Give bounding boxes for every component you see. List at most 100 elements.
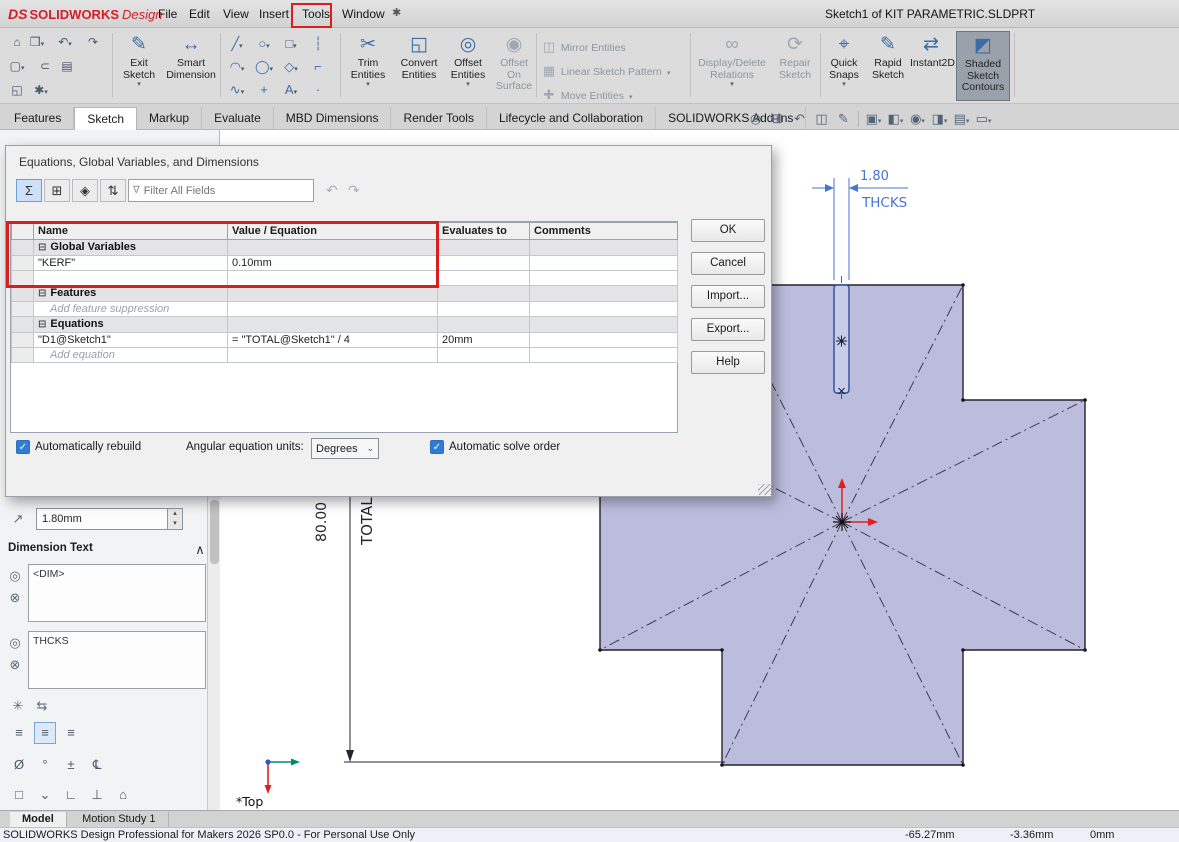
dim-thcks-label[interactable]: THCKS [861, 195, 907, 211]
add-feature-suppression-row[interactable]: Add feature suppression [11, 301, 678, 317]
point-tool-icon[interactable]: + [251, 80, 277, 102]
align-center-button[interactable]: ≡ [34, 722, 56, 744]
no-witness-line-icon[interactable]: ⊗ [5, 655, 25, 675]
tab-mbd-dimensions[interactable]: MBD Dimensions [274, 107, 392, 130]
equation-value-cell[interactable]: = "TOTAL@Sketch1" / 4 [227, 332, 438, 348]
linear-sketch-pattern-button[interactable]: ▦ Linear Sketch Pattern ▾ [540, 60, 692, 82]
equation-evaluates-cell[interactable]: 20mm [437, 332, 530, 348]
display-delete-relations-button[interactable]: ∞ Display/Delete Relations ▾ [694, 31, 770, 101]
view-orientation-icon[interactable]: ▣▾ [864, 111, 883, 127]
ok-button[interactable]: OK [691, 219, 765, 242]
spin-up-icon[interactable]: ▴ [168, 509, 182, 519]
column-header-evaluates[interactable]: Evaluates to [437, 222, 530, 240]
row-marker[interactable] [11, 316, 34, 333]
convert-entities-button[interactable]: ◱ Convert Entities [394, 31, 444, 101]
centerline-tool-icon[interactable]: ┆ [305, 34, 331, 56]
undo-icon[interactable]: ↶ [326, 182, 338, 199]
dimension-view-button[interactable]: ◈ [72, 179, 98, 202]
undo-icon[interactable]: ↶▾ [56, 34, 74, 52]
print-icon[interactable]: ▤ [58, 58, 76, 76]
previous-view-icon[interactable]: ↶ [790, 111, 809, 127]
perpendicular-symbol-button[interactable]: ⊥ [86, 784, 108, 806]
smart-dimension-button[interactable]: ↔ Smart Dimension [164, 31, 218, 101]
variable-evaluates-cell[interactable] [437, 255, 530, 271]
spin-down-icon[interactable]: ▾ [168, 519, 182, 529]
align-left-button[interactable]: ≡ [8, 722, 30, 744]
row-marker[interactable] [11, 332, 34, 348]
column-header-comments[interactable]: Comments [529, 222, 678, 240]
circle-tool-icon[interactable]: ○▾ [251, 34, 277, 56]
share-icon[interactable]: ◱ [8, 82, 26, 100]
rectangle-tool-icon[interactable]: □▾ [278, 34, 304, 56]
diameter-symbol-button[interactable]: Ø [8, 754, 30, 776]
plus-minus-symbol-button[interactable]: ± [60, 754, 82, 776]
help-button[interactable]: Help [691, 351, 765, 374]
add-equation-placeholder[interactable]: Add equation [33, 347, 228, 363]
filter-field[interactable]: ∇ [128, 179, 314, 202]
pin-menu-icon[interactable]: ✱ [392, 6, 401, 19]
scrollbar-thumb[interactable] [210, 500, 219, 564]
witness-line-icon[interactable]: ◎ [5, 633, 25, 653]
dimension-text-primary-input[interactable]: <DIM> [28, 564, 206, 622]
zoom-to-area-icon[interactable]: ⊞ [768, 111, 787, 127]
menu-view[interactable]: View [218, 5, 254, 23]
menu-insert[interactable]: Insert [254, 5, 294, 23]
arc-tool-icon[interactable]: ◠▾ [224, 57, 250, 79]
line-tool-icon[interactable]: ╱▾ [224, 34, 250, 56]
move-entities-button[interactable]: ✚ Move Entities ▾ [540, 84, 692, 106]
more-symbols-button[interactable]: ⌂ [112, 784, 134, 806]
redo-icon[interactable]: ↷ [84, 34, 102, 52]
repair-sketch-button[interactable]: ⟳ Repair Sketch [772, 31, 818, 101]
variable-comments-cell[interactable] [529, 255, 678, 271]
swap-text-icon[interactable]: ⇆ [32, 696, 52, 716]
menu-edit[interactable]: Edit [184, 5, 215, 23]
equation-comments-cell[interactable] [529, 332, 678, 348]
automatically-rebuild-checkbox[interactable]: ✓ [16, 440, 30, 454]
angular-units-select[interactable]: Degrees ⌄ [311, 438, 379, 459]
spline-tool-icon[interactable]: ∿▾ [224, 80, 250, 102]
mirror-entities-button[interactable]: ◫ Mirror Entities [540, 36, 692, 58]
rapid-sketch-button[interactable]: ✎ Rapid Sketch [866, 31, 910, 101]
exit-sketch-button[interactable]: ✎ Exit Sketch ▾ [116, 31, 162, 101]
trim-entities-button[interactable]: ✂ Trim Entities ▾ [346, 31, 390, 101]
construction-point-icon[interactable]: · [305, 80, 331, 102]
add-equation-row[interactable]: Add equation [11, 347, 678, 363]
collapse-icon[interactable]: ⊟ [38, 318, 46, 332]
fillet-tool-icon[interactable]: ⌐ [305, 57, 331, 79]
display-style-icon[interactable]: ◧▾ [886, 111, 905, 127]
new-document-icon[interactable]: ▢▾ [8, 58, 26, 76]
options-gear-icon[interactable]: ✱▾ [32, 82, 50, 100]
instant2d-button[interactable]: ⇄ Instant2D [910, 31, 955, 101]
offset-on-surface-button[interactable]: ◉ Offset On Surface [492, 31, 536, 101]
sketch-visibility-icon[interactable]: ✎ [834, 111, 853, 127]
menu-window[interactable]: Window [337, 5, 390, 23]
no-witness-line-icon[interactable]: ⊗ [5, 588, 25, 608]
thickness-stepper[interactable]: ▴ ▾ [168, 508, 183, 530]
degree-symbol-button[interactable]: ° [34, 754, 56, 776]
redo-icon[interactable]: ↷ [348, 182, 360, 199]
menu-file[interactable]: File [153, 5, 182, 23]
slot-cutout[interactable] [833, 276, 850, 400]
tab-markup[interactable]: Markup [137, 107, 203, 130]
ellipse-tool-icon[interactable]: ◯▾ [251, 57, 277, 79]
add-feature-suppression-placeholder[interactable]: Add feature suppression [33, 301, 228, 317]
equation-row-d1-sketch1[interactable]: "D1@Sketch1" = "TOTAL@Sketch1" / 4 20mm [11, 332, 678, 348]
dim-total-value[interactable]: 80.00 [314, 502, 330, 542]
dimension-thcks[interactable] [812, 178, 908, 280]
section-row-equations[interactable]: ⊟ Equations [11, 316, 678, 333]
dim-thcks-value[interactable]: 1.80 [860, 169, 889, 184]
witness-line-icon[interactable]: ◎ [5, 566, 25, 586]
ordered-view-button[interactable]: ⇅ [100, 179, 126, 202]
export-button[interactable]: Export... [691, 318, 765, 341]
tab-model[interactable]: Model [10, 812, 67, 828]
dimension-text-section-header[interactable]: Dimension Text [8, 542, 93, 554]
countersink-symbol-button[interactable]: ⌄ [34, 784, 56, 806]
zoom-to-fit-icon[interactable]: ◎ [746, 111, 765, 127]
equation-view-button[interactable]: Σ [16, 179, 42, 202]
filter-input[interactable] [143, 184, 309, 197]
collapse-icon[interactable]: ⊟ [38, 287, 46, 301]
edit-appearance-icon[interactable]: ◨▾ [930, 111, 949, 127]
polygon-tool-icon[interactable]: ◇▾ [278, 57, 304, 79]
centerline-symbol-button[interactable]: ℄ [86, 754, 108, 776]
equation-name-cell[interactable]: "D1@Sketch1" [33, 332, 228, 348]
